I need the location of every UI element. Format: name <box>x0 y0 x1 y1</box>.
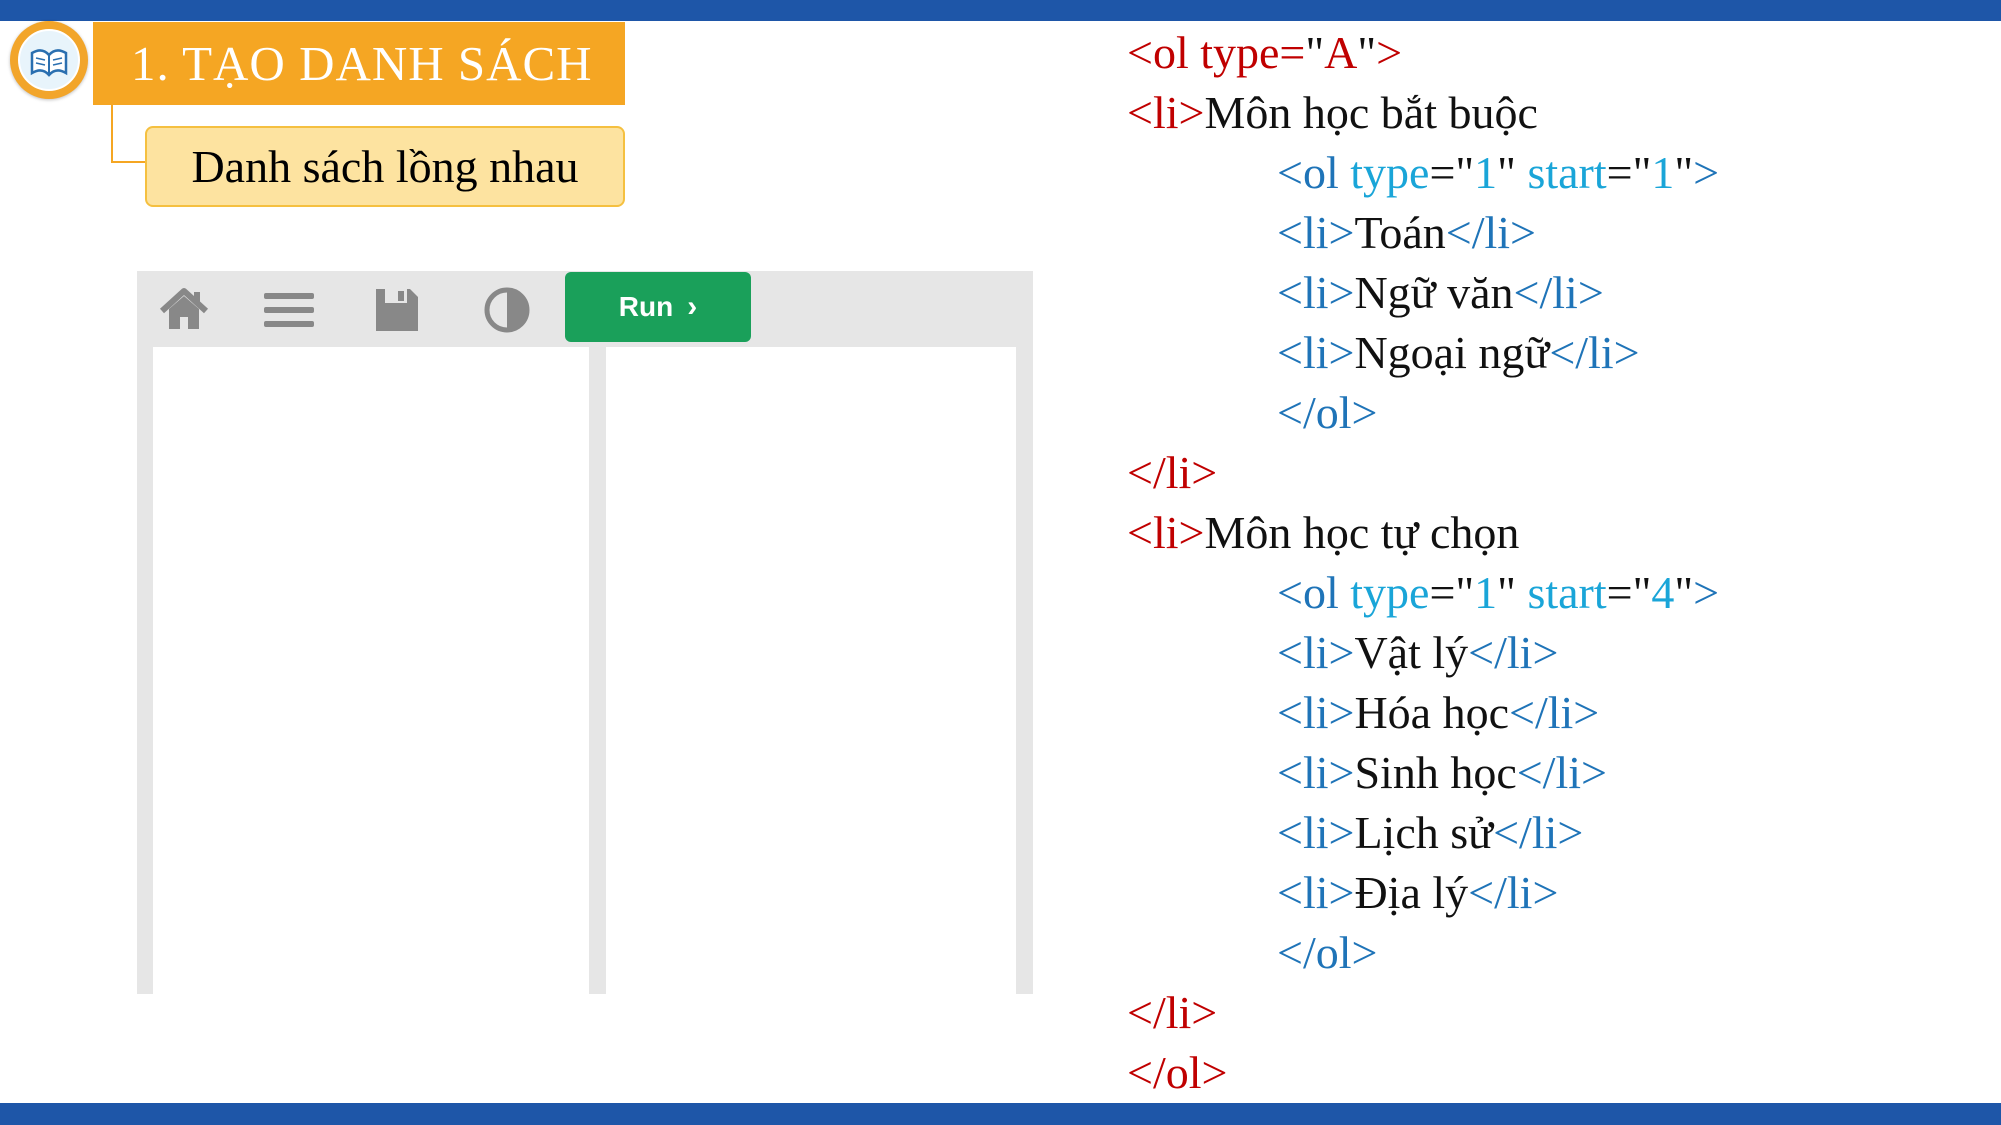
run-label: Run <box>618 291 674 322</box>
connector-line <box>111 105 113 163</box>
code-line: </ol> <box>1127 1047 1228 1098</box>
code-line: </li> <box>1127 987 1218 1038</box>
run-button[interactable]: Run › <box>565 272 751 342</box>
book-icon <box>30 49 68 77</box>
chevron-right-icon: › <box>687 290 698 323</box>
code-line: <ol type="1" start="4"> <box>1277 567 1720 618</box>
code-line: <li>Sinh học</li> <box>1277 747 1607 798</box>
contrast-icon[interactable] <box>477 283 537 337</box>
code-line: <li>Toán</li> <box>1277 207 1536 258</box>
code-editor-pane[interactable] <box>153 347 589 994</box>
code-line: <li>Ngữ văn</li> <box>1277 267 1604 318</box>
home-icon[interactable] <box>154 283 214 337</box>
code-line: <ol type="1" start="1"> <box>1277 147 1720 198</box>
editor-toolbar: Run › <box>137 271 1033 346</box>
menu-icon[interactable] <box>259 283 319 337</box>
preview-pane <box>606 347 1016 994</box>
code-line: <li>Hóa học</li> <box>1277 687 1600 738</box>
code-line: <li>Vật lý</li> <box>1277 627 1559 678</box>
code-line: </li> <box>1127 447 1218 498</box>
connector-line <box>111 161 146 163</box>
top-bar <box>0 0 2001 21</box>
bottom-bar <box>0 1103 2001 1125</box>
code-line: <li>Môn học bắt buộc <box>1127 87 1538 138</box>
section-title: 1. TẠO DANH SÁCH <box>93 22 625 105</box>
logo-icon <box>10 21 88 99</box>
html-editor: Run › <box>137 271 1033 994</box>
code-line: <li>Lịch sử</li> <box>1277 807 1584 858</box>
code-line: <li>Môn học tự chọn <box>1127 507 1520 558</box>
save-icon[interactable] <box>367 283 427 337</box>
sub-title: Danh sách lồng nhau <box>145 126 625 207</box>
code-line: <ol type="A"> <box>1127 27 1403 78</box>
code-line: <li>Địa lý</li> <box>1277 867 1559 918</box>
code-line: </ol> <box>1277 927 1378 978</box>
code-line: <li>Ngoại ngữ</li> <box>1277 327 1640 378</box>
code-line: </ol> <box>1277 387 1378 438</box>
